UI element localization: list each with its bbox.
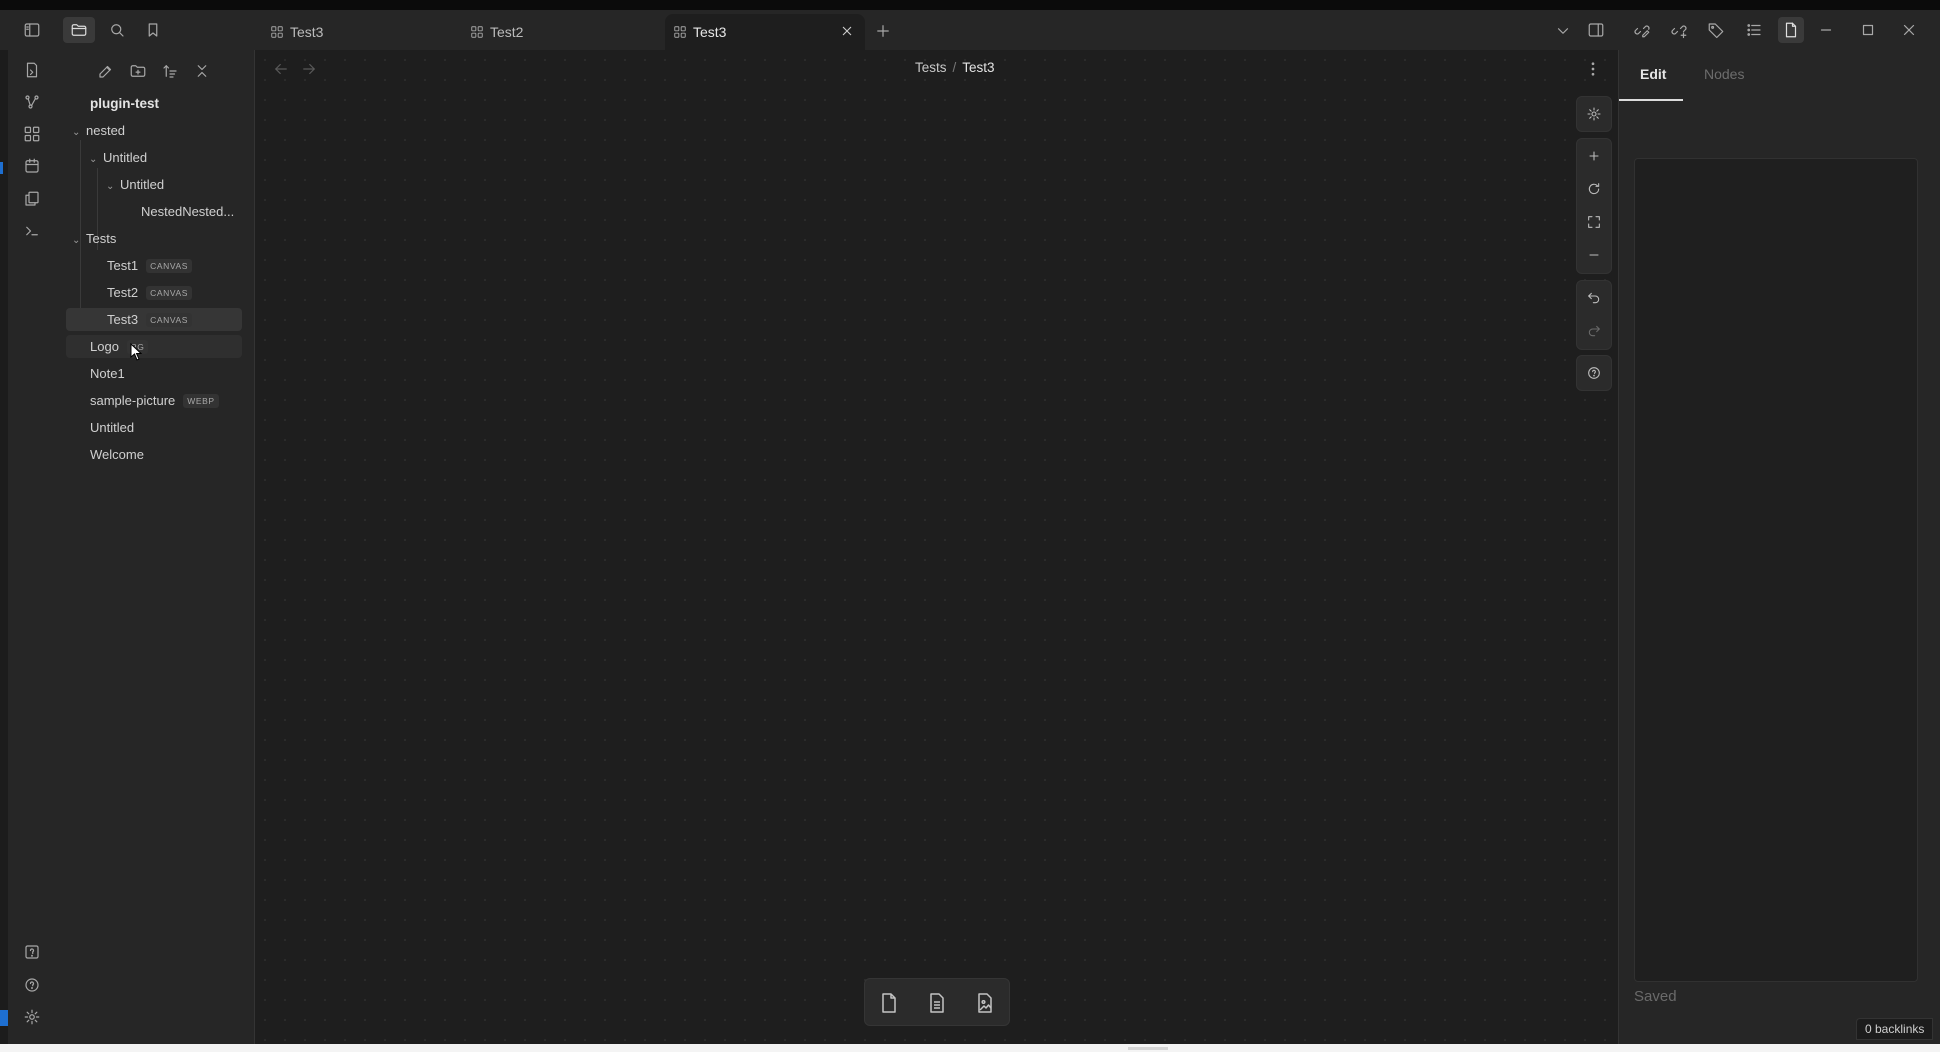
node-edit-area[interactable] [1634, 158, 1918, 982]
breadcrumb-current[interactable]: Test3 [962, 60, 994, 75]
tree-file-untitled[interactable]: Untitled [90, 416, 134, 440]
collapse-all-icon[interactable] [191, 60, 213, 82]
tree-file-test3[interactable]: Test3 CANVAS [107, 308, 193, 332]
canvas-icon [270, 25, 284, 39]
tree-folder-tests[interactable]: ⌄ Tests [72, 227, 116, 251]
accent-indicator-bottom [0, 1010, 8, 1026]
vault-name[interactable]: plugin-test [90, 92, 159, 116]
tree-file-test1[interactable]: Test1 CANVAS [107, 254, 193, 278]
tab-label: Test3 [693, 24, 727, 40]
window-top-strip [0, 0, 1940, 10]
chevron-down-icon: ⌄ [106, 181, 115, 192]
canvas-settings-group [1576, 96, 1612, 132]
command-palette-icon[interactable] [21, 220, 43, 242]
outline-icon[interactable] [1743, 19, 1765, 41]
bookmarks-icon[interactable] [142, 19, 164, 41]
redo-icon[interactable] [1577, 314, 1611, 347]
settings-gear-icon[interactable] [21, 1006, 43, 1028]
sort-order-icon[interactable] [159, 60, 181, 82]
more-options-icon[interactable] [1582, 58, 1604, 80]
navigate-forward-icon[interactable] [298, 58, 320, 80]
tab-label: Test2 [490, 24, 524, 40]
open-quick-switcher-icon[interactable] [21, 59, 43, 81]
toggle-left-sidebar-icon[interactable] [21, 19, 43, 41]
tree-file-welcome[interactable]: Welcome [90, 443, 144, 467]
files-view-icon[interactable] [63, 17, 95, 43]
graph-view-icon[interactable] [21, 91, 43, 113]
strip-mark [1128, 1047, 1168, 1050]
canvas-add-toolbar [864, 978, 1010, 1026]
file-type-badge: WEBP [183, 394, 219, 408]
zoom-in-icon[interactable] [1577, 139, 1611, 172]
tree-file-nestednested[interactable]: NestedNested... [141, 200, 234, 224]
search-icon[interactable] [106, 19, 128, 41]
canvas-icon [673, 25, 687, 39]
chevron-down-icon: ⌄ [72, 127, 81, 138]
canvas-icon[interactable] [21, 123, 43, 145]
save-status: Saved [1634, 988, 1677, 1005]
tab-test2[interactable]: Test2 [470, 14, 660, 50]
backlinks-count[interactable]: 0 backlinks [1856, 1018, 1934, 1040]
add-card-icon[interactable] [875, 989, 903, 1017]
navigate-back-icon[interactable] [270, 58, 292, 80]
tree-folder-untitled[interactable]: ⌄ Untitled [89, 146, 147, 170]
app-window: Test3 Test2 Test3 plugin-test ⌄ nested ⌄… [0, 0, 1940, 1044]
zoom-out-icon[interactable] [1577, 238, 1611, 271]
help-group [1576, 355, 1612, 391]
vault-switcher-icon[interactable] [21, 941, 43, 963]
close-tab-icon[interactable] [839, 23, 857, 41]
breadcrumb: Tests / Test3 [915, 60, 995, 75]
minimize-window-icon[interactable] [1815, 19, 1837, 41]
history-controls-group [1576, 280, 1612, 350]
mouse-cursor-icon [130, 343, 143, 361]
new-tab-icon[interactable] [872, 20, 894, 42]
canvas-settings-gear-icon[interactable] [1577, 97, 1611, 130]
zoom-to-fit-icon[interactable] [1577, 205, 1611, 238]
tab-edit[interactable]: Edit [1640, 66, 1666, 82]
help-icon[interactable] [21, 974, 43, 996]
canvas-area[interactable] [255, 50, 1617, 1044]
file-properties-icon[interactable] [1778, 17, 1804, 43]
maximize-window-icon[interactable] [1857, 19, 1879, 41]
zoom-controls-group [1576, 138, 1612, 274]
tags-icon[interactable] [1705, 19, 1727, 41]
accent-indicator [0, 162, 3, 174]
link-edit-icon[interactable] [1631, 19, 1653, 41]
canvas-icon [470, 25, 484, 39]
file-type-badge: CANVAS [146, 259, 193, 273]
new-note-icon[interactable] [95, 60, 117, 82]
tab-test3-first[interactable]: Test3 [270, 14, 460, 50]
active-tab-underline [1619, 99, 1683, 101]
reset-zoom-icon[interactable] [1577, 172, 1611, 205]
undo-icon[interactable] [1577, 281, 1611, 314]
tab-list-chevron-down-icon[interactable] [1552, 20, 1574, 42]
chevron-down-icon: ⌄ [89, 154, 98, 165]
templates-icon[interactable] [21, 188, 43, 210]
canvas-help-icon[interactable] [1577, 356, 1611, 389]
tree-folder-untitled-inner[interactable]: ⌄ Untitled [106, 173, 164, 197]
close-window-icon[interactable] [1898, 19, 1920, 41]
new-folder-icon[interactable] [127, 60, 149, 82]
tree-file-note1[interactable]: Note1 [90, 362, 125, 386]
breadcrumb-parent[interactable]: Tests [915, 60, 947, 75]
breadcrumb-separator: / [952, 60, 957, 75]
chevron-down-icon: ⌄ [72, 235, 81, 246]
link-add-icon[interactable] [1668, 19, 1690, 41]
bottom-strip [0, 1044, 1940, 1052]
tab-label: Test3 [290, 24, 324, 40]
add-note-from-vault-icon[interactable] [923, 989, 951, 1017]
add-media-icon[interactable] [971, 989, 999, 1017]
file-type-badge: CANVAS [146, 313, 193, 327]
tab-test3-active[interactable]: Test3 [665, 14, 865, 50]
tree-file-sample-picture[interactable]: sample-picture WEBP [90, 389, 219, 413]
tab-nodes[interactable]: Nodes [1704, 66, 1744, 82]
file-type-badge: CANVAS [146, 286, 193, 300]
tree-folder-nested[interactable]: ⌄ nested [72, 119, 125, 143]
tree-file-test2[interactable]: Test2 CANVAS [107, 281, 193, 305]
toggle-right-sidebar-icon[interactable] [1585, 19, 1607, 41]
calendar-icon[interactable] [21, 155, 43, 177]
